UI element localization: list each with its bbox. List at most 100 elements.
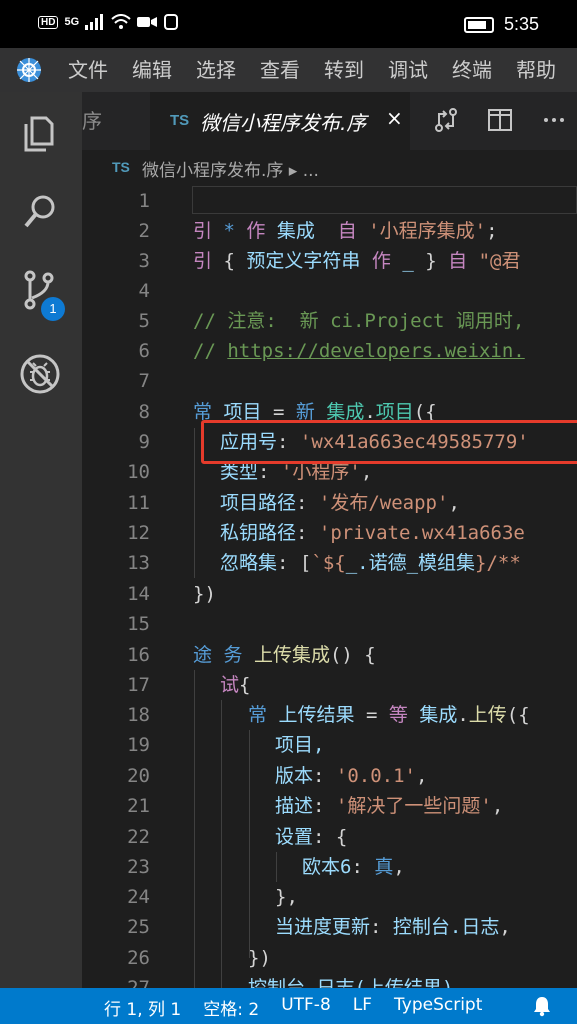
breadcrumb[interactable]: TS 微信小程序发布.序 ▸ ...: [82, 150, 577, 184]
language-mode[interactable]: TypeScript: [394, 995, 482, 1020]
app-logo-icon[interactable]: [16, 57, 42, 83]
typescript-file-icon: TS: [170, 112, 190, 129]
code-comment: // https://developers.weixin.: [193, 340, 525, 362]
menu-selection[interactable]: 选择: [196, 48, 260, 92]
editor-status-bar: 行 1, 列 1 空格: 2 UTF-8 LF TypeScript: [0, 988, 577, 1024]
tab-previous-label: 序: [82, 109, 102, 133]
code-editor[interactable]: 1 2 3 4 5 6 7 8 9 10 11 12 13 14 15 16 1…: [82, 184, 577, 988]
menu-go[interactable]: 转到: [324, 48, 388, 92]
indent-guide: [194, 428, 195, 578]
code-line: 途 务 上传集成() {: [193, 644, 376, 666]
code-line: 引 { 预定义字符串 作 _ } 自 "@君: [193, 250, 521, 272]
line-number: 4: [138, 280, 150, 302]
code-line: 描述: '解决了一些问题',: [275, 795, 504, 817]
video-icon: [137, 17, 158, 27]
line-number: 12: [127, 522, 150, 544]
line-number: 25: [127, 916, 150, 938]
line-number: 1: [138, 190, 150, 212]
line-number: 7: [138, 370, 150, 392]
tab-title: 微信小程序发布.序: [200, 111, 367, 135]
line-number: 10: [127, 461, 150, 483]
code-line: 私钥路径: 'private.wx41a663e: [220, 522, 525, 544]
encoding-setting[interactable]: UTF-8: [281, 995, 331, 1020]
breadcrumb-path[interactable]: 微信小程序发布.序 ▸ ...: [142, 156, 319, 181]
code-line: }): [193, 583, 216, 605]
menu-edit[interactable]: 编辑: [132, 48, 196, 92]
line-number: 13: [127, 552, 150, 574]
line-number: 11: [127, 492, 150, 514]
line-number: 2: [138, 220, 150, 242]
line-number: 17: [127, 674, 150, 696]
wifi-icon: [111, 14, 131, 29]
code-line: },: [275, 886, 298, 908]
line-number: 3: [138, 250, 150, 272]
network-label: 5G: [64, 16, 80, 28]
menu-debug[interactable]: 调试: [388, 48, 452, 92]
indent-guide: [276, 852, 277, 882]
line-number: 14: [127, 583, 150, 605]
code-line: 项目路径: '发布/weapp',: [220, 492, 460, 514]
close-icon[interactable]: ×: [386, 106, 403, 130]
battery-icon: [463, 16, 494, 33]
line-number: 6: [138, 340, 150, 362]
code-line: 项目,: [275, 734, 325, 756]
split-editor-icon[interactable]: [486, 106, 514, 134]
hd-badge: HD: [38, 15, 59, 29]
indent-guide: [221, 700, 222, 988]
code-line: }): [248, 947, 271, 969]
code-line: 忽略集: [`${_.诺德_模组集}/**: [220, 552, 521, 574]
line-number: 21: [127, 795, 150, 817]
line-number: 8: [138, 401, 150, 423]
eol-setting[interactable]: LF: [353, 995, 372, 1020]
indentation-setting[interactable]: 空格: 2: [203, 995, 259, 1020]
code-line: 引 * 作 集成 自 '小程序集成';: [193, 220, 498, 242]
code-comment: // 注意: 新 ci.Project 调用时,: [193, 310, 525, 332]
menu-file[interactable]: 文件: [68, 48, 132, 92]
line-number: 27: [127, 977, 150, 988]
line-number: 23: [127, 856, 150, 878]
signal-icon: [85, 14, 104, 30]
code-line: 版本: '0.0.1',: [275, 765, 428, 787]
line-number: 9: [138, 431, 150, 453]
current-line-highlight: [192, 186, 577, 214]
menu-view[interactable]: 查看: [260, 48, 324, 92]
compare-changes-icon[interactable]: [432, 106, 460, 134]
menu-help[interactable]: 帮助: [516, 48, 577, 92]
more-actions-icon[interactable]: [540, 106, 568, 134]
code-line: 欧本6: 真,: [302, 856, 405, 878]
code-line: 控制台.日志(上传结果): [248, 977, 454, 988]
line-number: 16: [127, 644, 150, 666]
tab-active[interactable]: TS 微信小程序发布.序 ×: [150, 92, 410, 150]
line-number: 5: [138, 310, 150, 332]
code-line: 当进度更新: 控制台.日志,: [275, 916, 511, 938]
line-number: 24: [127, 886, 150, 908]
debug-icon[interactable]: [18, 352, 62, 396]
scm-count-badge: 1: [41, 297, 65, 321]
menu-terminal[interactable]: 终端: [452, 48, 516, 92]
clock: 5:35: [503, 14, 539, 34]
code-line: 常 上传结果 = 等 集成.上传({: [248, 704, 530, 726]
search-icon[interactable]: [18, 190, 62, 234]
comment-link[interactable]: https://developers.weixin.: [227, 340, 524, 362]
line-number: 19: [127, 734, 150, 756]
line-number: 18: [127, 704, 150, 726]
typescript-file-icon: TS: [112, 159, 130, 175]
cursor-position[interactable]: 行 1, 列 1: [104, 995, 181, 1020]
line-number: 22: [127, 826, 150, 848]
line-number: 20: [127, 765, 150, 787]
bell-icon[interactable]: [530, 994, 554, 1018]
code-line: 设置: {: [275, 826, 348, 848]
activity-bar: 1: [0, 92, 82, 988]
indent-guide: [194, 670, 195, 988]
editor-tab-bar: 序 TS 微信小程序发布.序 ×: [82, 92, 577, 150]
phone-status-bar: HD 5G 5:35: [0, 0, 577, 48]
explorer-icon[interactable]: [18, 112, 62, 156]
notification-icon: [164, 14, 179, 30]
line-number: 26: [127, 947, 150, 969]
annotation-highlight-box: [201, 420, 577, 464]
code-line: 试{: [220, 674, 251, 696]
tab-previous[interactable]: 序: [82, 92, 150, 150]
indent-guide: [249, 730, 250, 958]
menu-bar: 文件 编辑 选择 查看 转到 调试 终端 帮助: [0, 48, 577, 92]
line-number: 15: [127, 613, 150, 635]
